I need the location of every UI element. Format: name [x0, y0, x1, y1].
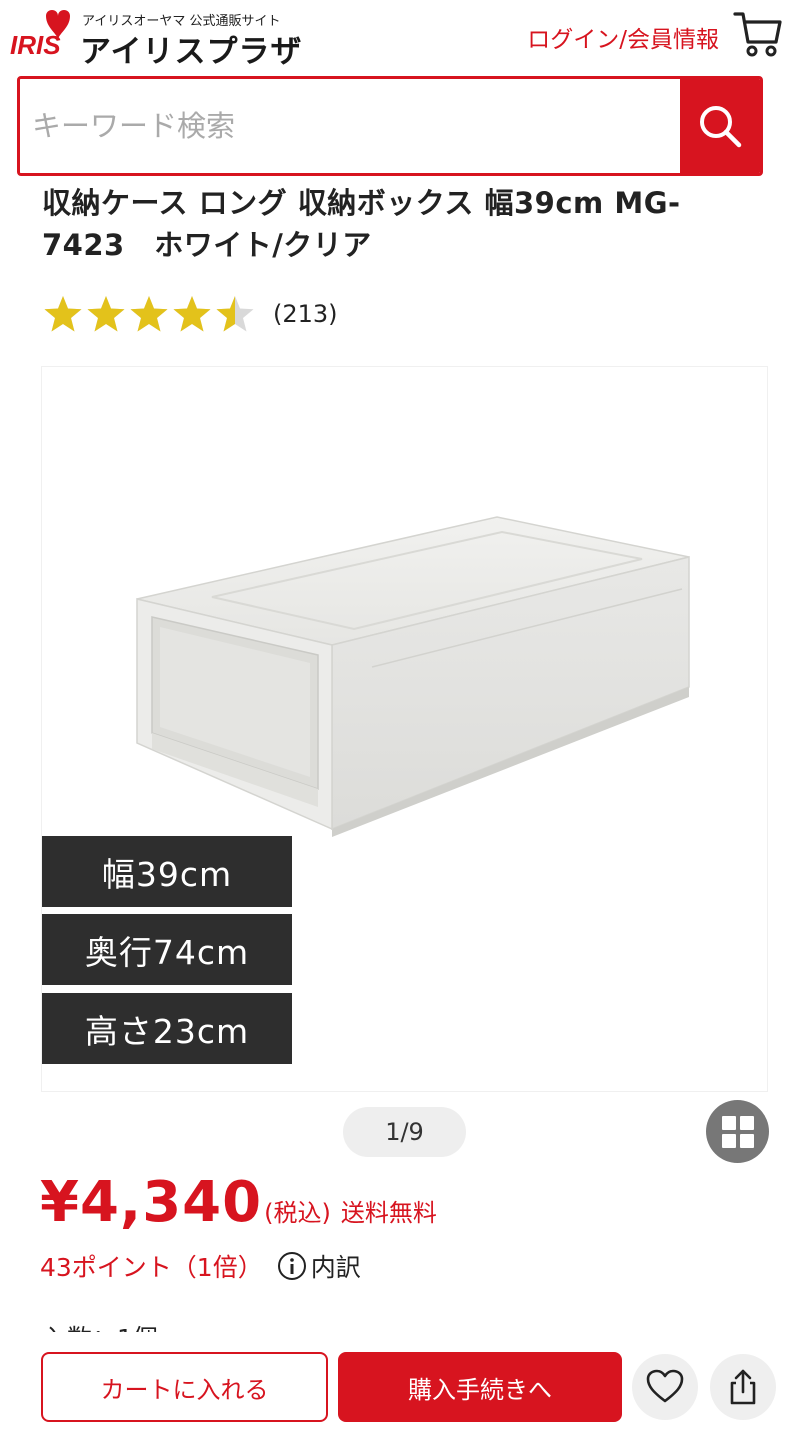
- share-icon: [730, 1369, 756, 1405]
- logo-title: アイリスプラザ: [80, 34, 303, 70]
- image-grid-button[interactable]: [706, 1100, 769, 1163]
- dimension-label-depth: 奥行74cm: [42, 914, 292, 985]
- heart-icon: [646, 1369, 684, 1403]
- bottom-action-bar: カートに入れる 購入手続きへ: [0, 1332, 791, 1440]
- share-button[interactable]: [710, 1354, 776, 1420]
- star-icon: [216, 296, 254, 332]
- review-count[interactable]: (213): [273, 300, 338, 328]
- search-icon: [700, 106, 742, 148]
- quantity-row: 入数：1個: [42, 1318, 242, 1332]
- favorite-button[interactable]: [632, 1354, 698, 1420]
- points-row: 43ポイント（1倍） 内訳: [40, 1246, 361, 1286]
- iris-logo-icon: IRIS: [10, 10, 70, 60]
- add-to-cart-button[interactable]: カートに入れる: [41, 1352, 328, 1422]
- star-icon: [173, 296, 211, 332]
- star-icon: [44, 296, 82, 332]
- product-rating[interactable]: (213): [42, 294, 338, 334]
- tax-label: (税込): [264, 1199, 331, 1227]
- buy-now-button[interactable]: 購入手続きへ: [338, 1352, 622, 1422]
- points-label: 43ポイント（1倍）: [40, 1253, 263, 1282]
- product-title: 収納ケース ロング 収納ボックス 幅39cm MG-7423 ホワイト/クリア: [42, 186, 681, 262]
- price-row: ¥4,340 (税込) 送料無料: [40, 1166, 437, 1236]
- free-shipping-label: 送料無料: [340, 1199, 437, 1227]
- info-icon: [277, 1252, 306, 1280]
- search-button[interactable]: [680, 79, 760, 173]
- points-breakdown-link[interactable]: 内訳: [277, 1248, 361, 1284]
- svg-text:IRIS: IRIS: [10, 30, 61, 60]
- quantity-label: 入数：1個: [42, 1319, 158, 1332]
- cart-icon[interactable]: [733, 8, 783, 58]
- star-icon: [87, 296, 125, 332]
- image-pager: 1/9: [343, 1107, 466, 1157]
- rating-stars: [42, 294, 257, 334]
- breakdown-label: 内訳: [310, 1253, 361, 1282]
- grid-icon: [721, 1115, 754, 1148]
- search-input[interactable]: [20, 79, 684, 173]
- star-icon: [130, 296, 168, 332]
- search-bar: [17, 76, 763, 176]
- dimension-label-height: 高さ23cm: [42, 993, 292, 1064]
- site-header: IRIS アイリスオーヤマ 公式通販サイト アイリスプラザ ログイン/会員情報: [0, 0, 791, 72]
- product-image[interactable]: 幅39cm 奥行74cm 高さ23cm: [41, 366, 768, 1092]
- dimension-label-width: 幅39cm: [42, 836, 292, 907]
- site-logo[interactable]: IRIS アイリスオーヤマ 公式通販サイト アイリスプラザ: [8, 4, 301, 70]
- price: ¥4,340: [40, 1170, 263, 1235]
- login-link[interactable]: ログイン/会員情報: [527, 20, 719, 54]
